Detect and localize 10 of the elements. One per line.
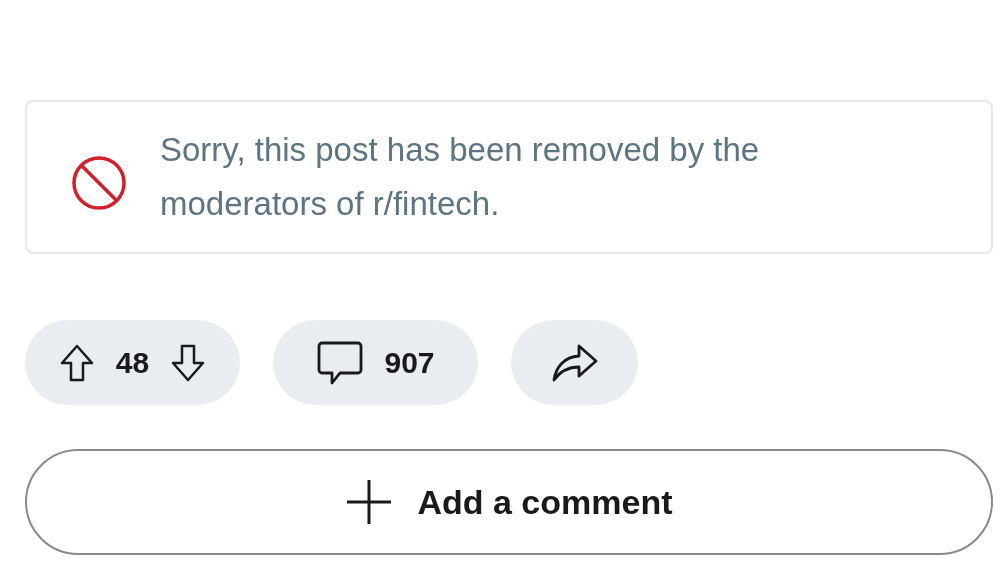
comments-button[interactable]: 907 xyxy=(273,320,478,405)
vote-count: 48 xyxy=(115,345,150,381)
upvote-icon[interactable] xyxy=(59,343,94,382)
plus-icon xyxy=(345,478,394,526)
add-comment-button[interactable]: Add a comment xyxy=(25,449,993,555)
speech-bubble-icon xyxy=(316,339,365,386)
share-arrow-icon xyxy=(550,342,599,383)
removed-message: Sorry, this post has been removed by the moderators of r/fintech. xyxy=(160,130,761,224)
prohibited-icon xyxy=(71,155,127,211)
downvote-icon[interactable] xyxy=(171,343,206,382)
